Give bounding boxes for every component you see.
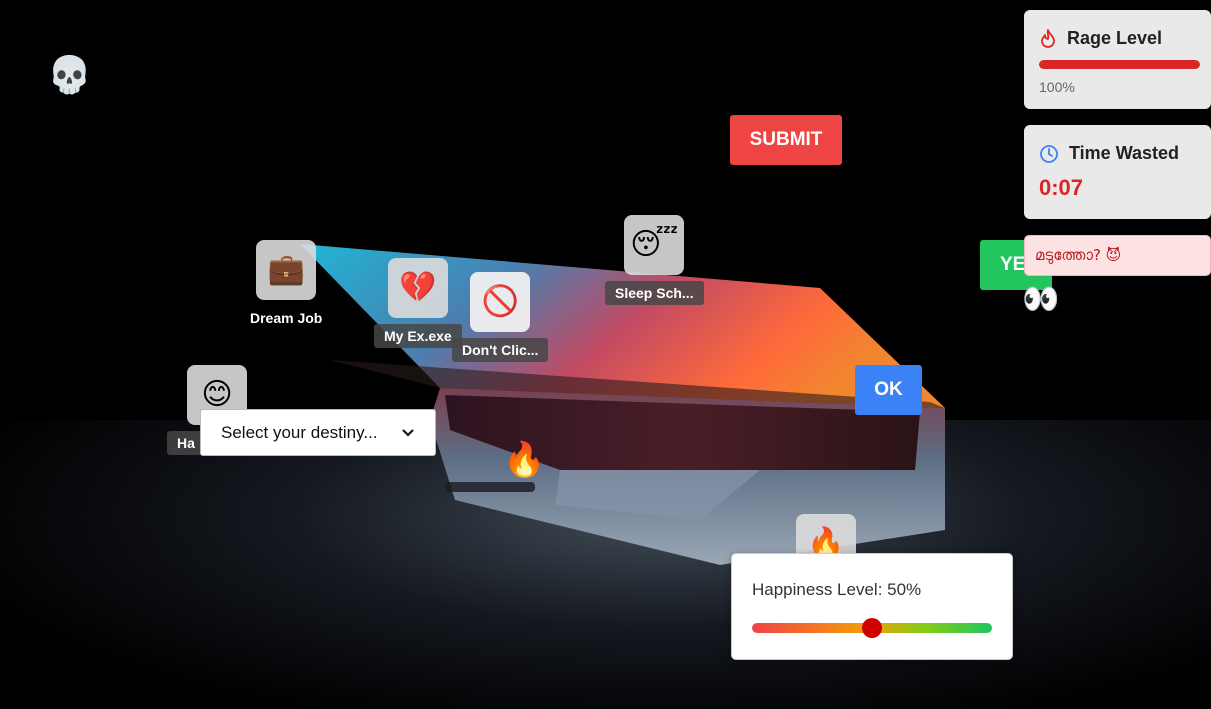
ok-button[interactable]: OK: [855, 365, 922, 415]
desktop-icon-dont-click[interactable]: 🚫 Don't Clic...: [452, 272, 549, 362]
clock-icon: [1040, 144, 1058, 163]
destiny-select-value: Select your destiny...: [221, 422, 378, 442]
happiness-label: Happiness Level: 50%: [752, 580, 922, 599]
happiness-slider-thumb[interactable]: [862, 618, 882, 638]
rage-level-fill: [1039, 60, 1200, 69]
eyes-icon: 👀: [1022, 282, 1060, 317]
broken-heart-icon: 💔: [387, 258, 448, 318]
time-wasted-header: Time Wasted: [1039, 143, 1179, 164]
chevron-down-icon: [402, 428, 414, 437]
desktop-icon-label: Sleep Sch...: [605, 281, 704, 305]
rage-level-header: Rage Level: [1039, 28, 1162, 49]
sleeping-face-icon: 😴: [624, 215, 685, 275]
desktop-icon-sleep-schedule[interactable]: 😴 Sleep Sch...: [605, 215, 704, 305]
taunt-toast: മടുത്തോ? 😈: [1024, 235, 1211, 276]
skull-icon: 💀: [47, 55, 92, 96]
rage-level-track: [1039, 60, 1200, 69]
desktop-icon-dream-job[interactable]: 💼 Dream Job: [240, 240, 332, 330]
time-wasted-value: 0:07: [1039, 175, 1084, 200]
happiness-slider-track[interactable]: [752, 618, 992, 638]
time-wasted-card: Time Wasted 0:07: [1024, 125, 1211, 219]
happiness-widget: Happiness Level: 50%: [731, 553, 1013, 660]
submit-button[interactable]: SUBMIT: [730, 115, 842, 165]
rage-level-title: Rage Level: [1067, 28, 1163, 48]
taunt-text: മടുത്തോ? 😈: [1035, 246, 1122, 264]
destiny-select[interactable]: Select your destiny...: [200, 409, 436, 456]
rage-level-value: 100%: [1039, 79, 1075, 95]
desktop-icon-label: Dream Job: [250, 310, 323, 326]
flame-icon: [1041, 28, 1055, 48]
time-wasted-title: Time Wasted: [1069, 143, 1180, 163]
rage-level-card: Rage Level 100%: [1024, 10, 1211, 109]
prohibited-icon: 🚫: [470, 272, 531, 332]
desktop-icon-label: My Ex.exe: [374, 324, 462, 348]
briefcase-icon: 💼: [256, 240, 317, 300]
desktop-icon-label: Don't Clic...: [452, 338, 549, 362]
desktop-icon-my-ex[interactable]: 💔 My Ex.exe: [374, 258, 462, 348]
fire-icon[interactable]: 🔥: [503, 443, 545, 477]
